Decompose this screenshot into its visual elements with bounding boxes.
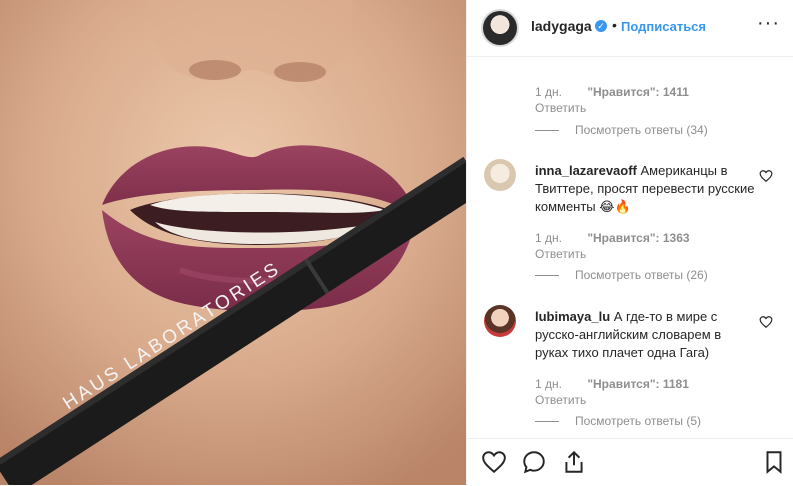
- post-side-panel: ladygaga ✓ • Подписаться ··· 1 дн. "Нрав…: [466, 0, 793, 485]
- share-icon[interactable]: [561, 449, 587, 475]
- follow-button[interactable]: Подписаться: [621, 19, 706, 34]
- lips-pencil-illustration: HAUS LABORATORIES: [0, 0, 466, 485]
- comment-time: 1 дн.: [535, 231, 562, 245]
- view-replies-label: Посмотреть ответы (5): [575, 414, 702, 428]
- avatar-image: [483, 11, 517, 45]
- comment-time: 1 дн.: [535, 377, 562, 391]
- view-replies-button[interactable]: Посмотреть ответы (26): [535, 268, 708, 282]
- view-replies-button[interactable]: Посмотреть ответы (34): [535, 123, 708, 137]
- profile-avatar[interactable]: [481, 9, 519, 47]
- comment-likes[interactable]: "Нравится": 1363: [587, 231, 689, 245]
- comment-meta: 1 дн. "Нравится": 1363: [535, 231, 690, 245]
- comment-likes[interactable]: "Нравится": 1411: [587, 85, 689, 99]
- post-action-bar: [467, 438, 793, 486]
- comment-time: 1 дн.: [535, 85, 562, 99]
- more-options-icon[interactable]: ···: [757, 12, 780, 35]
- replies-divider: [535, 275, 559, 277]
- heart-icon[interactable]: [481, 449, 507, 475]
- heart-icon[interactable]: [759, 315, 773, 329]
- view-replies-label: Посмотреть ответы (34): [575, 123, 708, 137]
- replies-divider: [535, 421, 559, 423]
- replies-divider: [535, 130, 559, 132]
- reply-button[interactable]: Ответить: [535, 247, 586, 261]
- post-header: ladygaga ✓ • Подписаться ···: [467, 0, 793, 57]
- bookmark-icon[interactable]: [761, 449, 787, 475]
- reply-button[interactable]: Ответить: [535, 393, 586, 407]
- heart-icon[interactable]: [759, 169, 773, 183]
- separator-dot: •: [612, 17, 617, 33]
- verified-badge-icon: ✓: [595, 20, 607, 32]
- post-photo[interactable]: HAUS LABORATORIES: [0, 0, 466, 485]
- comment-username[interactable]: lubimaya_lu: [535, 309, 610, 324]
- view-replies-label: Посмотреть ответы (26): [575, 268, 708, 282]
- view-replies-button[interactable]: Посмотреть ответы (5): [535, 414, 701, 428]
- comment-icon[interactable]: [521, 449, 547, 475]
- comments-list[interactable]: 1 дн. "Нравится": 1411 Ответить Посмотре…: [467, 57, 793, 437]
- comment-meta: 1 дн. "Нравится": 1411: [535, 85, 689, 99]
- comment-avatar[interactable]: [484, 159, 516, 191]
- comment-body: inna_lazarevaoff Американцы в Твиттере, …: [535, 162, 755, 216]
- profile-username[interactable]: ladygaga: [531, 18, 592, 34]
- reply-button[interactable]: Ответить: [535, 101, 586, 115]
- comment-likes[interactable]: "Нравится": 1181: [587, 377, 689, 391]
- comment-meta: 1 дн. "Нравится": 1181: [535, 377, 689, 391]
- comment-username[interactable]: inna_lazarevaoff: [535, 163, 637, 178]
- comment-avatar[interactable]: [484, 305, 516, 337]
- comment-body: lubimaya_lu А где-то в мире с русско-анг…: [535, 308, 755, 362]
